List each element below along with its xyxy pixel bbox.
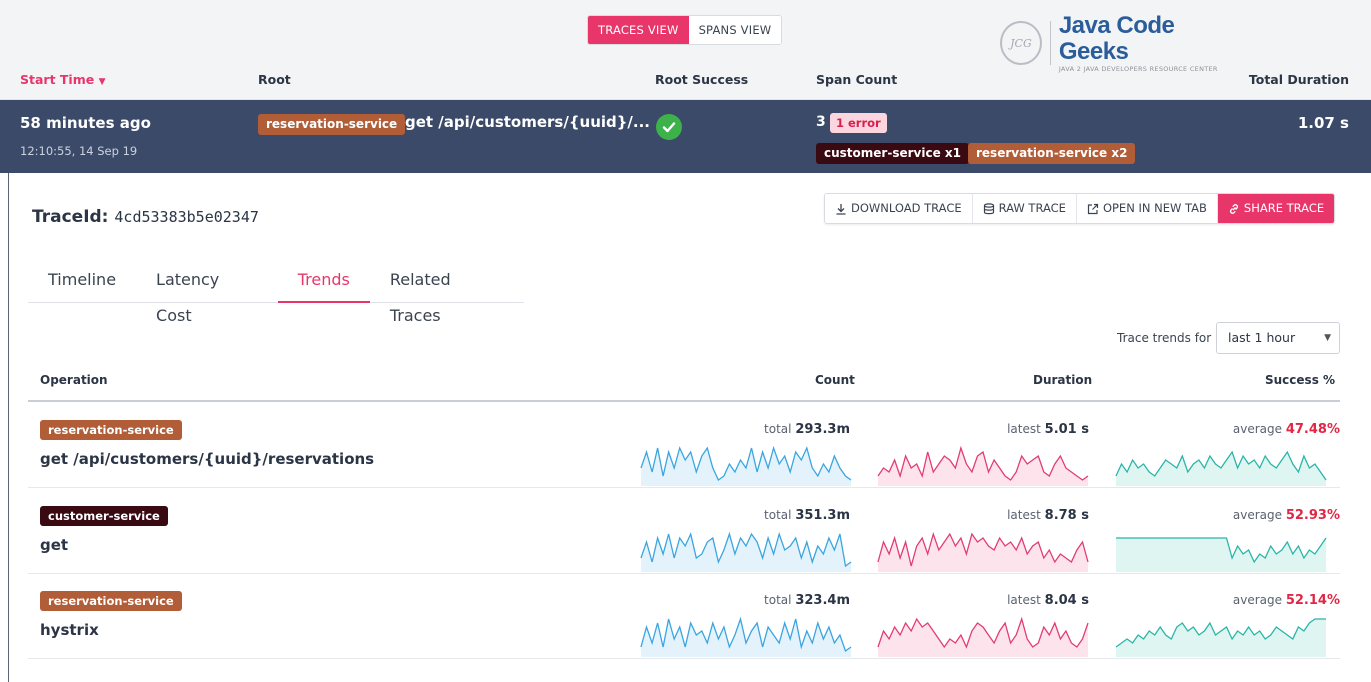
trace-id-label: TraceId: <box>32 207 109 227</box>
table-row[interactable]: reservation-service get /api/customers/{… <box>28 402 1340 488</box>
span-count: 3 <box>816 114 826 130</box>
table-row[interactable]: reservation-service hystrix total 323.4m… <box>28 573 1340 659</box>
logo-divider <box>1049 21 1051 65</box>
tab-trends[interactable]: Trends <box>277 262 370 303</box>
error-badge: 1 error <box>830 113 887 133</box>
trace-actions: DOWNLOAD TRACE RAW TRACE OPEN IN NEW TAB… <box>824 193 1336 224</box>
duration-sparkline <box>877 531 1089 572</box>
column-root-success[interactable]: Root Success <box>655 72 748 87</box>
success-sparkline <box>1116 537 1327 572</box>
logo-name: Java Code Geeks <box>1058 12 1175 65</box>
trace-id-value: 4cd53383b5e02347 <box>114 208 259 226</box>
logo: JCG Java Code Geeks JAVA 2 JAVA DEVELOPE… <box>1000 13 1240 73</box>
success-sparkline-area <box>1116 619 1326 657</box>
top-bar: TRACES VIEW SPANS VIEW JCG Java Code Gee… <box>0 0 1371 100</box>
success-sparkline <box>1115 618 1326 657</box>
column-start-time-label: Start Time <box>20 72 95 87</box>
header-operation: Operation <box>40 373 108 387</box>
external-link-icon <box>1087 203 1099 214</box>
view-toggle: TRACES VIEW SPANS VIEW <box>587 15 783 45</box>
tab-related-traces[interactable]: Related Traces <box>370 262 524 325</box>
trace-id: TraceId: 4cd53383b5e02347 <box>32 207 259 227</box>
open-in-new-tab-label: OPEN IN NEW TAB <box>1102 201 1207 215</box>
raw-trace-label: RAW TRACE <box>998 201 1066 215</box>
root-service-badge: reservation-service <box>258 114 406 135</box>
column-root[interactable]: Root <box>258 72 291 87</box>
row-success: average 52.93% <box>1232 508 1340 523</box>
share-trace-label: SHARE TRACE <box>1243 201 1325 215</box>
success-sparkline-area <box>1116 538 1326 572</box>
trends-range-select[interactable]: last 1 hour ▼ <box>1216 322 1340 354</box>
database-icon <box>983 202 994 214</box>
trace-row-selected[interactable]: 58 minutes ago 12:10:55, 14 Sep 19 reser… <box>0 100 1371 173</box>
row-count: total 323.4m <box>764 593 850 608</box>
traces-view-button[interactable]: TRACES VIEW <box>588 16 689 44</box>
row-service-badge: reservation-service <box>40 420 182 440</box>
row-count: total 351.3m <box>764 508 850 523</box>
header-count: Count <box>815 373 855 387</box>
success-sparkline <box>1115 450 1327 486</box>
raw-trace-button[interactable]: RAW TRACE <box>972 194 1077 223</box>
row-duration: latest 8.04 s <box>1007 593 1089 608</box>
count-sparkline <box>640 531 852 572</box>
row-service-badge: reservation-service <box>40 591 182 611</box>
logo-tagline: JAVA 2 JAVA DEVELOPERS RESOURCE CENTER <box>1058 65 1218 73</box>
count-sparkline-area <box>641 619 851 657</box>
trace-total-duration: 1.07 s <box>1297 114 1349 132</box>
chevron-down-icon: ▼ <box>1324 333 1331 343</box>
count-sparkline <box>640 616 852 657</box>
sort-caret-down-icon: ▼ <box>98 77 106 87</box>
row-duration: latest 5.01 s <box>1007 422 1089 437</box>
trace-relative-time: 58 minutes ago <box>20 114 151 132</box>
column-total-duration[interactable]: Total Duration <box>1249 72 1349 87</box>
link-icon <box>1229 203 1238 214</box>
duration-sparkline-area <box>878 619 1088 657</box>
row-count: total 293.3m <box>764 422 850 437</box>
tab-timeline[interactable]: Timeline <box>28 262 136 302</box>
trends-range-value: last 1 hour <box>1228 330 1296 345</box>
column-start-time[interactable]: Start Time ▼ <box>20 72 106 87</box>
column-span-count[interactable]: Span Count <box>816 72 897 87</box>
count-sparkline <box>640 445 852 486</box>
logo-mark: JCG <box>1000 21 1042 65</box>
duration-sparkline <box>877 616 1089 657</box>
row-service-badge: customer-service <box>40 506 168 526</box>
root-operation: get /api/customers/{uuid}/... <box>405 113 651 131</box>
row-success: average 52.14% <box>1232 593 1340 608</box>
download-trace-button[interactable]: DOWNLOAD TRACE <box>825 194 973 223</box>
trends-range-label: Trace trends for <box>1117 331 1212 345</box>
table-row[interactable]: customer-service get total 351.3m latest… <box>28 488 1340 574</box>
row-duration: latest 8.78 s <box>1007 508 1089 523</box>
download-trace-label: DOWNLOAD TRACE <box>851 201 962 215</box>
row-success: average 47.48% <box>1232 422 1340 437</box>
detail-tabs: Timeline Latency Cost Trends Related Tra… <box>28 262 524 325</box>
download-icon <box>836 203 846 215</box>
row-operation: hystrix <box>40 621 99 639</box>
duration-sparkline-area <box>878 534 1088 572</box>
header-duration: Duration <box>1033 373 1093 387</box>
duration-sparkline <box>877 445 1089 486</box>
share-trace-button[interactable]: SHARE TRACE <box>1217 194 1335 223</box>
success-check-icon <box>656 114 682 140</box>
service-badge-reservation: reservation-service x2 <box>968 143 1136 164</box>
open-in-new-tab-button[interactable]: OPEN IN NEW TAB <box>1076 194 1218 223</box>
tab-latency-cost[interactable]: Latency Cost <box>136 262 278 325</box>
row-operation: get /api/customers/{uuid}/reservations <box>40 450 375 468</box>
service-badge-customer: customer-service x1 <box>816 143 969 164</box>
row-operation: get <box>40 536 69 554</box>
header-success: Success % <box>1265 373 1336 387</box>
spans-view-button[interactable]: SPANS VIEW <box>688 16 782 44</box>
trace-timestamp: 12:10:55, 14 Sep 19 <box>20 144 138 158</box>
